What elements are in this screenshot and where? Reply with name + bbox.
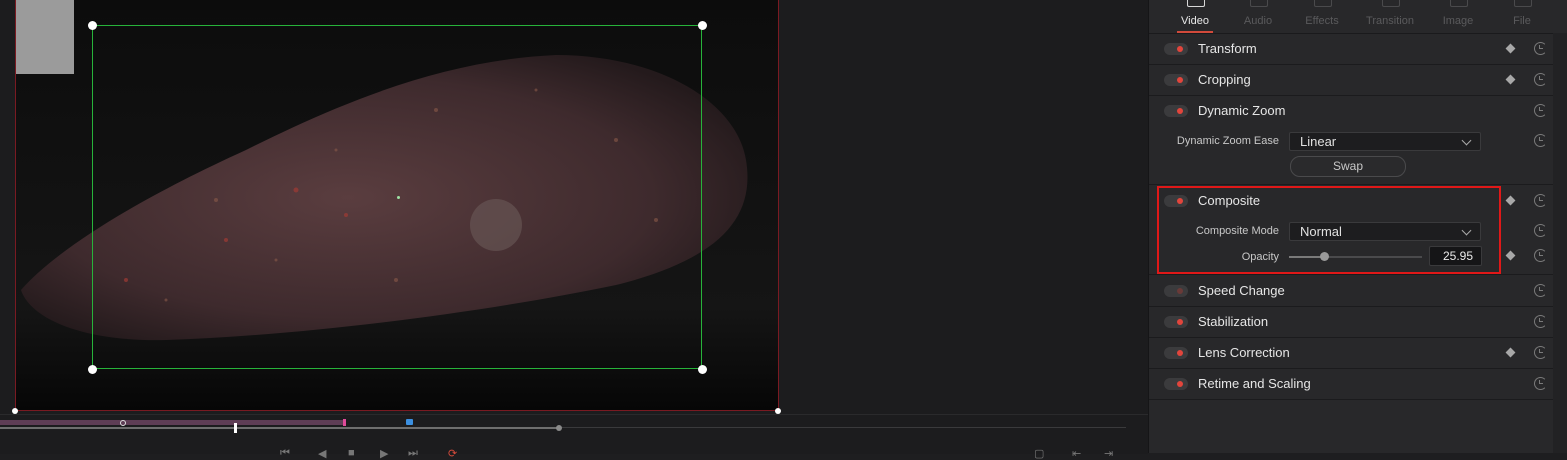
section-title: Composite bbox=[1198, 193, 1261, 208]
section-title: Transform bbox=[1198, 41, 1257, 56]
reset-icon[interactable] bbox=[1534, 377, 1547, 390]
swap-button[interactable]: Swap bbox=[1290, 156, 1406, 177]
reset-icon[interactable] bbox=[1534, 104, 1547, 117]
opacity-input[interactable]: 25.95 bbox=[1429, 246, 1482, 266]
section-composite[interactable]: Composite Composite Mode Normal Opacity bbox=[1149, 186, 1567, 275]
tab-label: Image bbox=[1442, 15, 1474, 27]
step-back-icon[interactable]: ◀ bbox=[318, 447, 326, 460]
keyframe-icon[interactable] bbox=[1505, 347, 1516, 358]
image-tab-icon bbox=[1450, 0, 1468, 7]
section-speed-change[interactable]: Speed Change bbox=[1149, 276, 1567, 307]
opacity-label: Opacity bbox=[1241, 251, 1279, 263]
transform-handle-top-right[interactable] bbox=[698, 21, 707, 30]
tab-label: Audio bbox=[1243, 15, 1273, 27]
inspector-tabs: Video Audio Effects Transition Image Fil… bbox=[1149, 0, 1567, 34]
tab-audio[interactable]: Audio bbox=[1226, 0, 1290, 33]
section-cropping[interactable]: Cropping bbox=[1149, 65, 1567, 96]
in-point-marker[interactable] bbox=[120, 420, 126, 426]
tab-effects[interactable]: Effects bbox=[1290, 0, 1354, 33]
timeline-track-rest[interactable] bbox=[560, 427, 1126, 428]
reset-icon[interactable] bbox=[1534, 249, 1547, 262]
chevron-down-icon bbox=[1461, 225, 1472, 236]
tab-file[interactable]: File bbox=[1490, 0, 1554, 33]
tab-video[interactable]: Video bbox=[1163, 0, 1227, 33]
section-title: Speed Change bbox=[1198, 283, 1285, 298]
composite-mode-dropdown[interactable]: Normal bbox=[1289, 222, 1481, 241]
reset-icon[interactable] bbox=[1534, 315, 1547, 328]
effects-tab-icon bbox=[1314, 0, 1332, 7]
transform-handle-bottom-left[interactable] bbox=[88, 365, 97, 374]
transform-handle-bottom-right[interactable] bbox=[698, 365, 707, 374]
skip-to-start-icon[interactable]: ⏮ bbox=[280, 447, 290, 460]
tab-transition[interactable]: Transition bbox=[1358, 0, 1422, 33]
skip-to-end-icon[interactable]: ⏭ bbox=[408, 447, 418, 460]
dynamic-zoom-ease-dropdown[interactable]: Linear bbox=[1289, 132, 1481, 151]
opacity-slider[interactable] bbox=[1289, 252, 1422, 261]
cropping-toggle[interactable] bbox=[1164, 74, 1188, 86]
keyframe-icon[interactable] bbox=[1505, 195, 1516, 206]
composite-mode-label: Composite Mode bbox=[1195, 225, 1279, 237]
reset-icon[interactable] bbox=[1534, 42, 1547, 55]
file-tab-icon bbox=[1514, 0, 1532, 7]
dynamic-zoom-ease-label: Dynamic Zoom Ease bbox=[1176, 135, 1279, 147]
section-title: Stabilization bbox=[1198, 314, 1269, 329]
dropdown-value: Linear bbox=[1300, 134, 1337, 149]
transform-toggle[interactable] bbox=[1164, 43, 1188, 55]
reset-icon[interactable] bbox=[1534, 284, 1547, 297]
inspector-scrollbar[interactable] bbox=[1553, 33, 1567, 453]
loop-icon[interactable]: ⟳ bbox=[448, 447, 457, 460]
prev-clip-icon[interactable]: ⇤ bbox=[1072, 447, 1081, 460]
section-stabilization[interactable]: Stabilization bbox=[1149, 307, 1567, 338]
dynamic-zoom-toggle[interactable] bbox=[1164, 105, 1188, 117]
tab-image[interactable]: Image bbox=[1426, 0, 1490, 33]
video-tab-icon bbox=[1187, 0, 1205, 7]
inspector-panel: Video Audio Effects Transition Image Fil… bbox=[1148, 0, 1567, 453]
reset-icon[interactable] bbox=[1534, 73, 1547, 86]
reset-icon[interactable] bbox=[1534, 346, 1547, 359]
reset-icon[interactable] bbox=[1534, 134, 1547, 147]
reset-icon[interactable] bbox=[1534, 224, 1547, 237]
section-retime-scaling[interactable]: Retime and Scaling bbox=[1149, 369, 1567, 400]
overlay-patch bbox=[16, 0, 74, 74]
section-title: Cropping bbox=[1198, 72, 1251, 87]
playhead[interactable] bbox=[234, 423, 237, 433]
tab-label: File bbox=[1513, 15, 1531, 27]
clip-range-bar bbox=[0, 420, 345, 425]
tab-label: Video bbox=[1181, 15, 1209, 27]
out-point-marker[interactable] bbox=[343, 419, 346, 426]
audio-tab-icon bbox=[1250, 0, 1268, 7]
play-icon[interactable]: ▶ bbox=[380, 447, 388, 460]
composite-toggle[interactable] bbox=[1164, 195, 1188, 207]
stop-icon[interactable]: ■ bbox=[348, 447, 355, 459]
section-transform[interactable]: Transform bbox=[1149, 34, 1567, 65]
speed-change-toggle[interactable] bbox=[1164, 285, 1188, 297]
keyframe-icon[interactable] bbox=[1505, 43, 1516, 54]
dropdown-value: Normal bbox=[1300, 224, 1342, 239]
opacity-slider-fill bbox=[1289, 256, 1324, 258]
timeline-end-knob[interactable] bbox=[556, 425, 562, 431]
section-lens-correction[interactable]: Lens Correction bbox=[1149, 338, 1567, 369]
video-viewer[interactable] bbox=[0, 0, 1148, 453]
transform-anchor-point[interactable] bbox=[397, 196, 400, 199]
lens-correction-toggle[interactable] bbox=[1164, 347, 1188, 359]
opacity-slider-knob[interactable] bbox=[1319, 252, 1329, 261]
section-title: Lens Correction bbox=[1198, 345, 1290, 360]
reset-icon[interactable] bbox=[1534, 194, 1547, 207]
stabilization-toggle[interactable] bbox=[1164, 316, 1188, 328]
retime-scaling-toggle[interactable] bbox=[1164, 378, 1188, 390]
tab-label: Transition bbox=[1366, 15, 1414, 27]
marker-flag[interactable] bbox=[406, 419, 413, 425]
next-clip-icon[interactable]: ⇥ bbox=[1104, 447, 1113, 460]
scrub-bar[interactable]: ⏮ ◀ ■ ▶ ⏭ ⟳ ▢ ⇤ ⇥ bbox=[0, 414, 1148, 460]
transition-tab-icon bbox=[1382, 0, 1400, 7]
chevron-down-icon bbox=[1461, 135, 1472, 146]
fullscreen-icon[interactable]: ▢ bbox=[1034, 447, 1044, 460]
timeline-track[interactable] bbox=[0, 427, 560, 429]
keyframe-icon[interactable] bbox=[1505, 250, 1516, 261]
tab-label: Effects bbox=[1305, 15, 1339, 27]
section-title: Retime and Scaling bbox=[1198, 376, 1311, 391]
keyframe-icon[interactable] bbox=[1505, 74, 1516, 85]
transform-handle-top-left[interactable] bbox=[88, 21, 97, 30]
section-title: Dynamic Zoom bbox=[1198, 103, 1286, 118]
